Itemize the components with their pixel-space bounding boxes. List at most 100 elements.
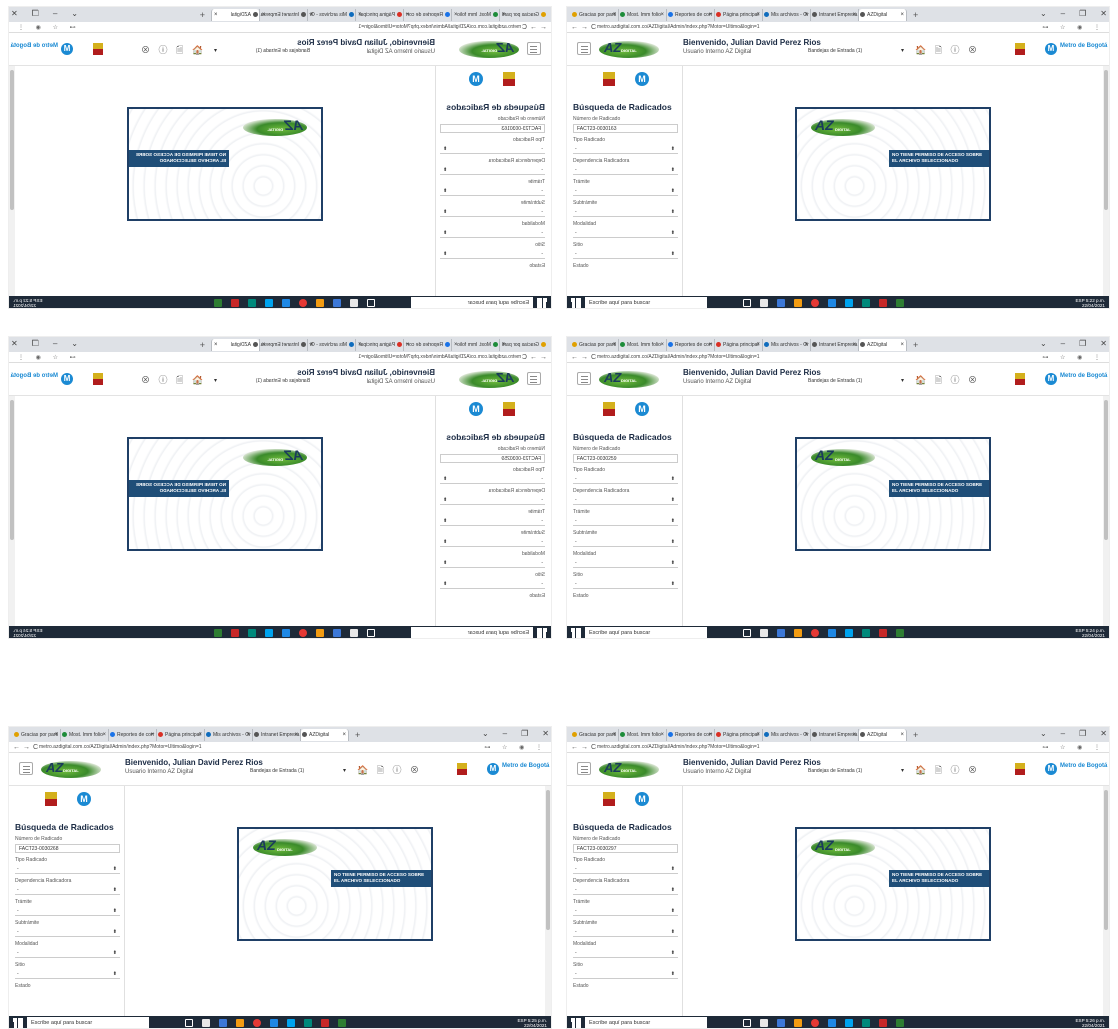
folder-icon[interactable]	[316, 629, 324, 637]
mail-icon[interactable]	[777, 299, 785, 307]
subtramite-select[interactable]: -	[440, 538, 545, 547]
extension-icons[interactable]: ⊶ ☆ ◉ ⋮	[484, 744, 551, 751]
close-icon[interactable]: ✕	[1100, 337, 1107, 351]
numero-radicado-input[interactable]: FACT23-0030297	[573, 844, 678, 853]
numero-radicado-input[interactable]: FACT23-0030163	[440, 124, 545, 133]
browser-tab-active[interactable]: AZDigital ×	[211, 338, 259, 351]
header-action-icons[interactable]: 🏠 🗎 ⓘ ⊗	[915, 763, 980, 779]
nav-buttons[interactable]: ←→C	[519, 24, 551, 31]
maximize-icon[interactable]: ❐	[32, 337, 39, 351]
browser-tab[interactable]: Gracias por parti ×	[499, 338, 547, 351]
browser-tab[interactable]: Intranet Empresa ×	[811, 338, 859, 351]
tab-search-icon[interactable]: ⌄	[71, 7, 78, 21]
teams-icon[interactable]	[845, 299, 853, 307]
excel-icon[interactable]	[214, 299, 222, 307]
browser-tab[interactable]: Gracias por parti ×	[571, 728, 619, 741]
folder-icon[interactable]	[794, 629, 802, 637]
inbox-dropdown[interactable]: Bandejas de Entrada (1)	[807, 375, 905, 386]
windows-start-icon[interactable]	[571, 628, 581, 638]
outlook-icon[interactable]	[828, 1019, 836, 1027]
tipo-radicado-select[interactable]: -	[573, 145, 678, 154]
system-tray[interactable]: ESP 5:26 p.m. 22/04/2021	[1075, 1018, 1109, 1028]
browser-tab[interactable]: Most. Imm folio ×	[619, 728, 667, 741]
tramite-select[interactable]: -	[440, 517, 545, 526]
tramite-select[interactable]: -	[573, 517, 678, 526]
browser-tab[interactable]: Reportes de corr ×	[667, 338, 715, 351]
maximize-icon[interactable]: ❐	[1079, 727, 1086, 741]
chrome-icon[interactable]	[253, 1019, 261, 1027]
numero-radicado-input[interactable]: FACT23-0030259	[573, 454, 678, 463]
minimize-icon[interactable]: –	[1061, 7, 1065, 21]
folder-icon[interactable]	[316, 299, 324, 307]
page-scrollbar[interactable]	[9, 396, 15, 626]
browser-tab[interactable]: Reportes de corr ×	[403, 338, 451, 351]
app-icon[interactable]	[862, 299, 870, 307]
url-field[interactable]: metro.azdigital.com.co/AZDigital/Admin/i…	[597, 354, 1042, 360]
new-tab-button[interactable]: +	[355, 730, 360, 740]
tab-search-icon[interactable]: ⌄	[482, 727, 489, 741]
tipo-radicado-select[interactable]: -	[573, 475, 678, 484]
extension-icons[interactable]: ⊶ ☆ ◉ ⋮	[1042, 354, 1109, 361]
nav-buttons[interactable]: ←→C	[567, 354, 597, 361]
inbox-dropdown[interactable]: Bandejas de Entrada (1)	[249, 765, 347, 776]
inbox-dropdown[interactable]: Bandejas de Entrada (1)	[807, 765, 905, 776]
chrome-icon[interactable]	[811, 299, 819, 307]
sitio-select[interactable]: -	[440, 580, 545, 589]
tab-search-icon[interactable]: ⌄	[71, 337, 78, 351]
page-scrollbar[interactable]	[1103, 786, 1109, 1016]
sitio-select[interactable]: -	[440, 250, 545, 259]
app-icon[interactable]	[248, 629, 256, 637]
nav-buttons[interactable]: ←→C	[519, 354, 551, 361]
window-controls[interactable]: ⌄ – ❐ ✕	[1040, 7, 1107, 21]
taskbar-search-input[interactable]: Escribe aquí para buscar	[411, 297, 533, 309]
nav-buttons[interactable]: ←→C	[567, 24, 597, 31]
new-tab-button[interactable]: +	[913, 10, 918, 20]
mail-icon[interactable]	[777, 629, 785, 637]
url-field[interactable]: metro.azdigital.com.co/AZDigital/Admin/i…	[76, 24, 521, 30]
browser-tab[interactable]: Página principal ×	[355, 8, 403, 21]
browser-tab-active[interactable]: AZDigital ×	[301, 728, 349, 741]
url-field[interactable]: metro.azdigital.com.co/AZDigital/Admin/i…	[597, 744, 1042, 750]
teams-icon[interactable]	[287, 1019, 295, 1027]
subtramite-select[interactable]: -	[440, 208, 545, 217]
tipo-radicado-select[interactable]: -	[440, 145, 545, 154]
teams-icon[interactable]	[845, 629, 853, 637]
browser-tab[interactable]: Página principal ×	[715, 728, 763, 741]
browser-tab[interactable]: Reportes de corr ×	[109, 728, 157, 741]
new-tab-button[interactable]: +	[200, 340, 205, 350]
page-scrollbar[interactable]	[1103, 66, 1109, 296]
pdf-reader-icon[interactable]	[879, 1019, 887, 1027]
tab-search-icon[interactable]: ⌄	[1040, 727, 1047, 741]
inbox-dropdown[interactable]: Bandejas de Entrada (1)	[213, 375, 311, 385]
page-scrollbar[interactable]	[1103, 396, 1109, 626]
pdf-reader-icon[interactable]	[879, 299, 887, 307]
pdf-reader-icon[interactable]	[231, 629, 239, 637]
modalidad-select[interactable]: -	[440, 559, 545, 568]
hamburger-menu-icon[interactable]	[577, 372, 591, 385]
tipo-radicado-select[interactable]: -	[573, 865, 678, 874]
outlook-icon[interactable]	[828, 299, 836, 307]
modalidad-select[interactable]: -	[573, 559, 678, 568]
dependencia-select[interactable]: -	[440, 166, 545, 175]
browser-tab[interactable]: Intranet Empresa ×	[253, 728, 301, 741]
system-tray[interactable]: ESP 5:22 p.m. 22/04/2021	[8, 298, 43, 308]
outlook-icon[interactable]	[282, 299, 290, 307]
maximize-icon[interactable]: ❐	[32, 7, 39, 21]
browser-tab[interactable]: Reportes de corr ×	[667, 728, 715, 741]
excel-icon[interactable]	[214, 629, 222, 637]
folder-icon[interactable]	[236, 1019, 244, 1027]
sitio-select[interactable]: -	[573, 580, 678, 589]
system-tray[interactable]: ESP 5:22 p.m. 22/04/2021	[1075, 298, 1109, 308]
browser-tab-active[interactable]: AZDigital ×	[859, 8, 907, 21]
windows-start-icon[interactable]	[13, 1018, 23, 1028]
browser-tab[interactable]: Mis archivos - Or ×	[763, 728, 811, 741]
subtramite-select[interactable]: -	[573, 538, 678, 547]
app-icon[interactable]	[862, 1019, 870, 1027]
task-view-icon[interactable]	[743, 299, 751, 307]
close-icon[interactable]: ✕	[1100, 7, 1107, 21]
browser-tab[interactable]: Most. Imm folio ×	[451, 338, 499, 351]
window-controls[interactable]: ⌄ – ❐ ✕	[11, 7, 78, 21]
task-view-icon[interactable]	[743, 629, 751, 637]
hamburger-menu-icon[interactable]	[19, 762, 33, 775]
browser-tab[interactable]: Reportes de corr ×	[667, 8, 715, 21]
